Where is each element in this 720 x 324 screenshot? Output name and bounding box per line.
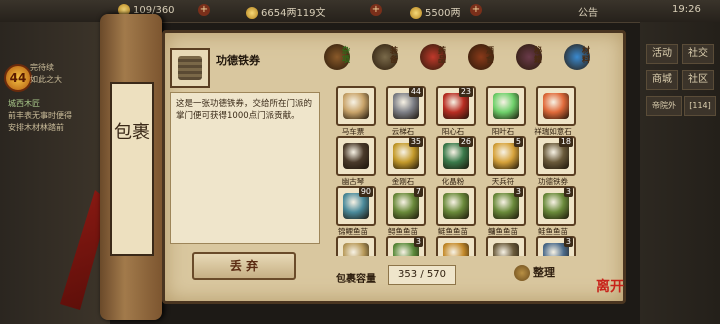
tab-label: 酒食 <box>486 46 494 64</box>
notice-button[interactable]: 公告 <box>578 4 598 19</box>
iron-certificate-icon <box>178 56 202 80</box>
item-slot[interactable]: 3 <box>536 186 576 226</box>
item-count: 35 <box>408 137 423 147</box>
item-slot[interactable]: 3 <box>536 236 576 256</box>
location-coords: [114] <box>684 96 716 116</box>
quest-line: 前丰表无事时便得 <box>8 111 72 120</box>
tab-medicine[interactable]: 药品 <box>416 42 450 76</box>
item-icon <box>343 243 369 256</box>
capacity-value: 353 / 570 <box>388 265 456 285</box>
item-icon <box>343 93 369 119</box>
clock: 19:26 <box>672 4 701 15</box>
quest-line: 安排木材林踏前 <box>8 123 64 132</box>
item-count: 90 <box>358 187 373 197</box>
leave-button[interactable]: 离开 <box>596 276 624 296</box>
tab-label: 杂项 <box>342 46 350 64</box>
plus-icon: + <box>198 4 210 16</box>
sort-button[interactable]: 整理 <box>514 264 574 284</box>
item-count: 26 <box>458 137 473 147</box>
sort-label: 整理 <box>533 266 555 279</box>
item-icon <box>493 93 519 119</box>
item-slot[interactable]: 23 <box>436 86 476 126</box>
item-slot[interactable]: 5 <box>486 136 526 176</box>
item-icon <box>543 93 569 119</box>
plus-icon: + <box>470 4 482 16</box>
tab-misc[interactable]: 杂项 <box>320 42 354 76</box>
item-slot[interactable]: 7 <box>386 186 426 226</box>
capacity-label: 包裹容量 <box>336 274 376 285</box>
tab-book[interactable]: 秘籍 <box>512 42 546 76</box>
item-count: 23 <box>458 87 473 97</box>
item-count: 3 <box>513 187 523 197</box>
money-add-button[interactable]: + <box>370 4 382 16</box>
location-label: 帝院外 <box>646 96 682 116</box>
item-count: 3 <box>563 187 573 197</box>
community-button[interactable]: 社区 <box>682 70 714 90</box>
gold-icon <box>410 7 422 19</box>
item-slot[interactable]: 35 <box>386 136 426 176</box>
item-slot[interactable]: 3 <box>486 186 526 226</box>
money-value: 6654两119文 <box>261 8 326 19</box>
right-menu: 活动 社交 商城 社区 帝院外 [114] <box>640 22 720 324</box>
item-slot[interactable]: 44 <box>386 86 426 126</box>
scroll-title: 包裹 <box>114 122 150 143</box>
item-slot[interactable] <box>336 86 376 126</box>
tab-label: 秘籍 <box>534 46 542 64</box>
item-slot[interactable] <box>436 186 476 226</box>
item-slot[interactable]: 18 <box>536 136 576 176</box>
shop-button[interactable]: 商城 <box>646 70 678 90</box>
item-count: 18 <box>558 137 573 147</box>
activity-button[interactable]: 活动 <box>646 44 678 64</box>
item-slot[interactable] <box>336 136 376 176</box>
item-slot[interactable]: 26 <box>436 136 476 176</box>
item-slot[interactable] <box>536 86 576 126</box>
quest-line: 城西木匠 <box>8 99 40 108</box>
item-count: 3 <box>413 237 423 247</box>
gold-stat: 5500两 <box>410 4 460 19</box>
item-grid: 马车票 44 云梯石 23 阳心石 阳叶石 祥瑞如意石 幽古琴 35 金刚石 26 化晶粉 5 天兵符 18… <box>332 86 578 256</box>
item-slot[interactable]: 3 <box>386 236 426 256</box>
bag-icon <box>514 265 530 281</box>
tab-label: 材料 <box>582 46 590 64</box>
plus-icon: + <box>370 4 382 16</box>
scroll-title-plaque: 包裹 <box>110 82 154 256</box>
tab-label: 药品 <box>438 46 446 64</box>
item-icon <box>343 143 369 169</box>
selected-item-icon <box>170 48 210 88</box>
item-icon <box>493 243 519 256</box>
energy-add-button[interactable]: + <box>198 4 210 16</box>
tab-food[interactable]: 酒食 <box>464 42 498 76</box>
discard-button[interactable]: 丢 弃 <box>192 252 296 280</box>
item-slot[interactable] <box>336 236 376 256</box>
money-stat: 6654两119文 <box>246 4 326 19</box>
tab-equip[interactable]: 装备 <box>368 42 402 76</box>
item-description: 这是一张功德铁券，交给所在门派的掌门便可获得1000点门派贡献。 <box>176 99 313 121</box>
level-medal-icon: 44 <box>4 64 32 92</box>
item-slot[interactable] <box>486 236 526 256</box>
money-icon <box>246 7 258 19</box>
gold-add-button[interactable]: + <box>470 4 482 16</box>
selected-item-name: 功德铁券 <box>216 54 260 67</box>
item-count: 5 <box>513 137 523 147</box>
item-slot[interactable]: 90 <box>336 186 376 226</box>
item-slot[interactable] <box>436 236 476 256</box>
category-tabs: 杂项 装备 药品 酒食 秘籍 材料 <box>320 42 620 76</box>
gold-value: 5500两 <box>425 8 461 19</box>
tab-material[interactable]: 材料 <box>560 42 594 76</box>
item-count: 7 <box>413 187 423 197</box>
quest-line: 如此之大 <box>30 75 62 84</box>
social-button[interactable]: 社交 <box>682 44 714 64</box>
quest-line: 完待续 <box>30 63 54 72</box>
item-icon <box>443 193 469 219</box>
item-count: 3 <box>563 237 573 247</box>
item-icon <box>443 243 469 256</box>
item-count: 44 <box>408 87 423 97</box>
item-slot[interactable] <box>486 86 526 126</box>
tab-label: 装备 <box>390 46 398 64</box>
